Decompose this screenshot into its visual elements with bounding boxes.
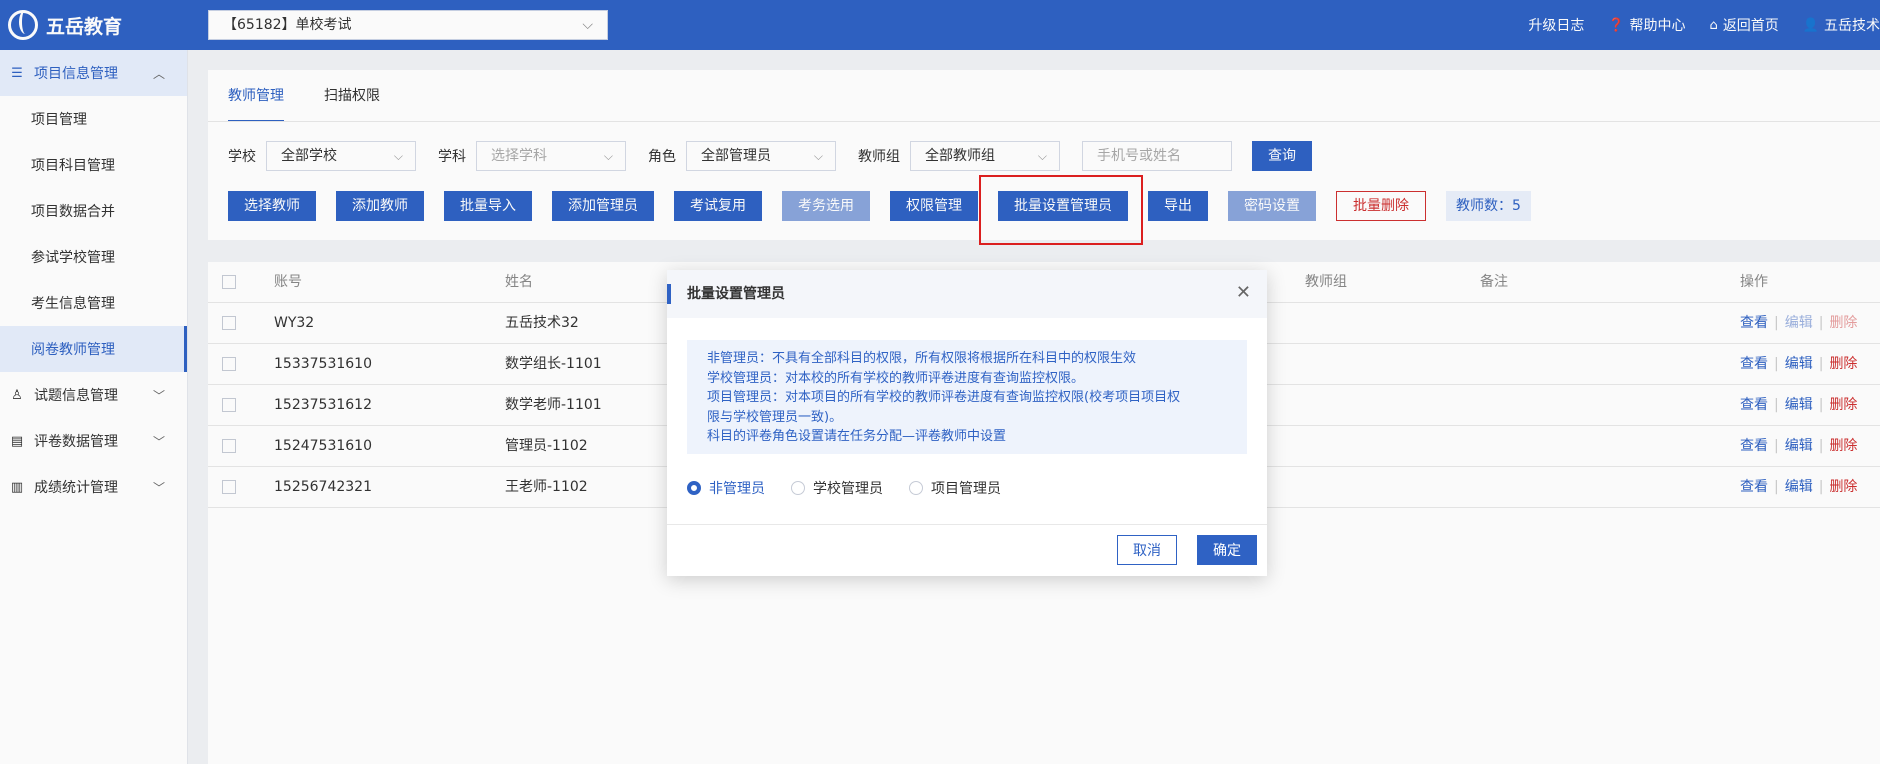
confirm-button[interactable]: 确定 (1197, 535, 1257, 565)
radio-checked-icon (687, 481, 701, 495)
cancel-button[interactable]: 取消 (1117, 535, 1177, 565)
info-line-subject-role: 科目的评卷角色设置请在任务分配—评卷教师中设置 (707, 429, 1007, 444)
info-line-non-admin: 非管理员：不具有全部科目的权限，所有权限将根据所在科目中的权限生效 (707, 351, 1137, 366)
close-icon[interactable]: ✕ (1236, 282, 1251, 303)
info-line-project-admin-cont: 限与学校管理员一致)。 (707, 409, 843, 425)
info-box: 非管理员：不具有全部科目的权限，所有权限将根据所在科目中的权限生效 学校管理员：… (687, 340, 1247, 454)
dialog-footer: 取消 确定 (667, 524, 1267, 576)
radio-project-admin[interactable]: 项目管理员 (909, 478, 1001, 498)
dialog-title: 批量设置管理员 (687, 286, 785, 302)
radio-non-admin[interactable]: 非管理员 (687, 478, 765, 498)
radio-unchecked-icon (791, 481, 805, 495)
admin-type-radio-group: 非管理员 学校管理员 项目管理员 (687, 478, 1027, 498)
info-line-school-admin: 学校管理员：对本校的所有学校的教师评卷进度有查询监控权限。 (707, 370, 1085, 386)
dialog-header: 批量设置管理员 ✕ (667, 270, 1267, 318)
radio-school-admin[interactable]: 学校管理员 (791, 478, 883, 498)
info-line-project-admin: 项目管理员：对本项目的所有学校的教师评卷进度有查询监控权限(校考项目项目权 (707, 390, 1181, 405)
radio-label: 学校管理员 (813, 481, 883, 497)
radio-unchecked-icon (909, 481, 923, 495)
title-accent-bar (667, 284, 671, 304)
radio-label: 非管理员 (709, 481, 765, 497)
batch-set-admin-dialog: 批量设置管理员 ✕ 非管理员：不具有全部科目的权限，所有权限将根据所在科目中的权… (667, 270, 1267, 576)
radio-label: 项目管理员 (931, 481, 1001, 497)
